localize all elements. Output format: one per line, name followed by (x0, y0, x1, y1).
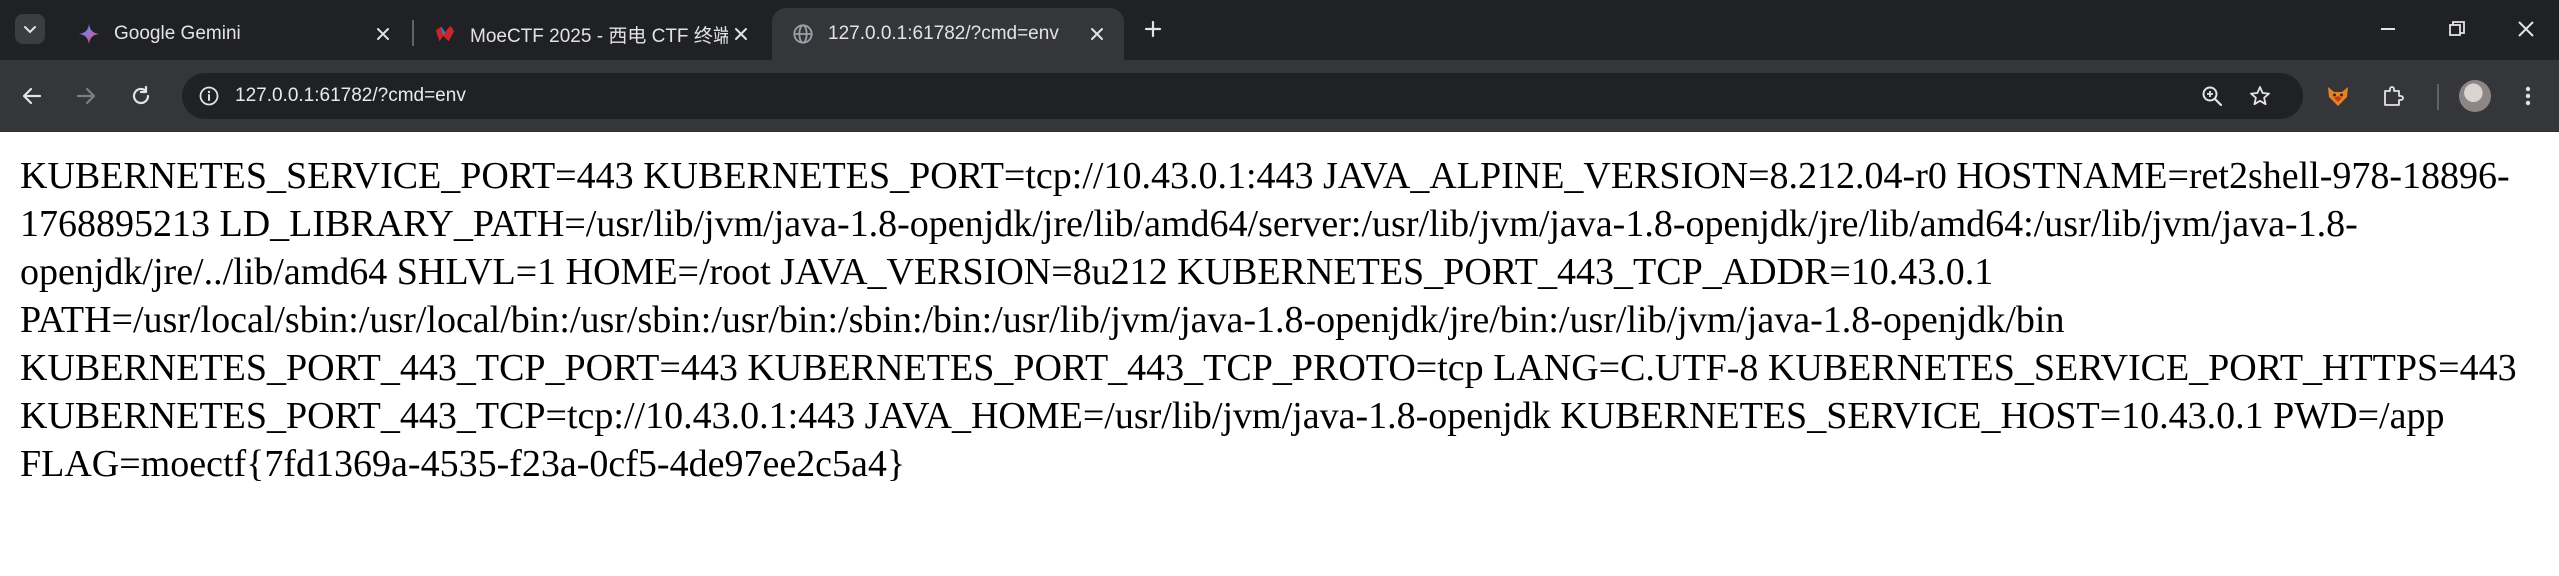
restore-button[interactable] (2442, 14, 2472, 44)
forward-button[interactable] (69, 79, 103, 113)
arrow-left-icon (22, 87, 42, 105)
kebab-menu-icon (2525, 86, 2531, 106)
restore-icon (2449, 21, 2465, 36)
close-icon[interactable] (728, 21, 754, 47)
tab-title: Google Gemini (114, 23, 241, 44)
tab-google-gemini[interactable]: Google Gemini (58, 8, 410, 60)
minimize-button[interactable] (2373, 14, 2403, 44)
address-bar[interactable]: 127.0.0.1:61782/?cmd=env (182, 73, 2303, 119)
url-text[interactable]: 127.0.0.1:61782/?cmd=env (235, 73, 466, 119)
page-body-text: KUBERNETES_SERVICE_PORT=443 KUBERNETES_P… (20, 155, 2517, 485)
gemini-sparkle-icon (78, 23, 100, 45)
puzzle-icon (2384, 86, 2404, 106)
tab-moectf[interactable]: MoeCTF 2025 - 西电 CTF 终端 (414, 8, 768, 60)
arrow-right-icon (76, 87, 96, 105)
extensions-button[interactable] (2376, 79, 2410, 113)
chevron-down-icon (24, 26, 36, 34)
plus-icon (1144, 20, 1162, 38)
new-tab-button[interactable] (1138, 14, 1168, 44)
bookmark-star-icon[interactable] (2247, 83, 2273, 109)
close-icon[interactable] (370, 21, 396, 47)
menu-button[interactable] (2511, 79, 2545, 113)
moectf-logo-icon (434, 23, 456, 45)
globe-icon (792, 23, 814, 45)
tab-env[interactable]: 127.0.0.1:61782/?cmd=env (772, 8, 1124, 60)
tab-search-button[interactable] (15, 14, 45, 44)
browser-toolbar: 127.0.0.1:61782/?cmd=env (0, 60, 2559, 132)
tab-title: 127.0.0.1:61782/?cmd=env (828, 23, 1059, 44)
close-icon[interactable] (1084, 21, 1110, 47)
minimize-icon (2381, 28, 2395, 30)
reload-button[interactable] (124, 79, 158, 113)
close-window-button[interactable] (2511, 14, 2541, 44)
extension-fox-button[interactable] (2321, 79, 2355, 113)
site-info-icon[interactable] (196, 83, 222, 109)
tab-strip: Google Gemini MoeCTF 2025 - 西电 CTF 终端 12… (0, 0, 2559, 60)
fox-extension-icon (2328, 87, 2348, 106)
reload-icon (132, 85, 150, 105)
tab-title: MoeCTF 2025 - 西电 CTF 终端 (470, 25, 728, 47)
close-icon (2518, 21, 2534, 37)
profile-avatar[interactable] (2459, 80, 2491, 112)
toolbar-divider (2437, 84, 2439, 110)
zoom-icon[interactable] (2199, 83, 2225, 109)
back-button[interactable] (15, 79, 49, 113)
